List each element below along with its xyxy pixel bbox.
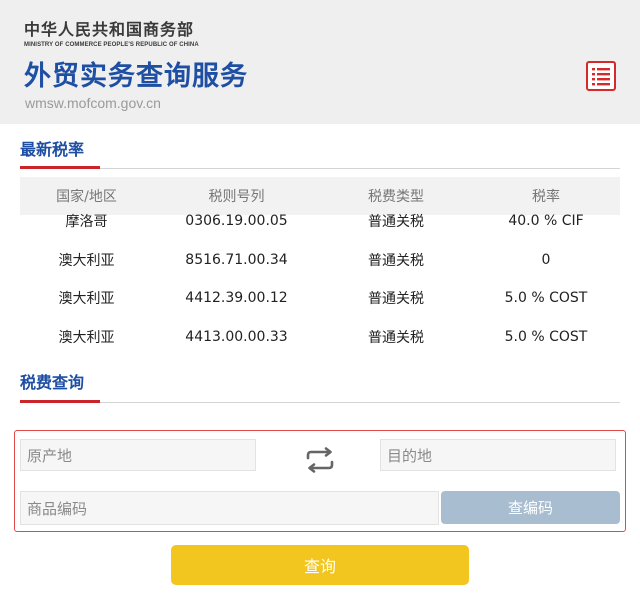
cell-country: 澳大利亚 (58, 252, 115, 269)
latest-rates-table: 国家/地区 税则号列 税费类型 税率 摩洛哥 0306.19.00.05 普通关… (20, 177, 620, 356)
latest-rates-title: 最新税率 (20, 140, 85, 159)
latest-rates-divider (20, 168, 620, 169)
cell-tax-type: 普通关税 (368, 214, 424, 231)
swap-arrows-icon[interactable] (303, 447, 337, 473)
list-menu-icon (592, 68, 610, 86)
cell-rate: 5.0 % COST (504, 290, 588, 307)
cell-tax-type: 普通关税 (368, 252, 424, 269)
latest-rates-underline (20, 166, 100, 169)
cell-tax-type: 普通关税 (368, 330, 424, 347)
cell-country: 摩洛哥 (65, 214, 108, 231)
cell-tariff-code: 4412.39.00.12 (185, 290, 288, 307)
cell-tariff-code: 8516.71.00.34 (185, 251, 288, 268)
table-row[interactable]: 澳大利亚 4413.00.00.33 普通关税 5.0 % COST (20, 318, 620, 357)
site-title: 外贸实务查询服务 (24, 61, 248, 92)
query-button[interactable]: 查询 (171, 545, 469, 585)
ministry-name-cn: 中华人民共和国商务部 (24, 20, 195, 39)
cell-tariff-code: 0306.19.00.05 (185, 213, 288, 230)
menu-button[interactable] (586, 61, 616, 91)
tax-query-title: 税费查询 (20, 373, 85, 392)
cell-country: 澳大利亚 (58, 330, 115, 347)
cell-country: 澳大利亚 (58, 291, 115, 308)
table-row[interactable]: 摩洛哥 0306.19.00.05 普通关税 40.0 % CIF (20, 202, 620, 241)
column-header-rate: 税率 (532, 189, 560, 205)
cell-rate: 0 (541, 251, 551, 268)
cell-rate: 5.0 % COST (504, 329, 588, 346)
column-header-country: 国家/地区 (56, 189, 117, 205)
cell-tax-type: 普通关税 (368, 291, 424, 308)
cell-tariff-code: 4413.00.00.33 (185, 329, 288, 346)
site-url: wmsw.mofcom.gov.cn (25, 95, 161, 111)
origin-input[interactable]: 原产地 (20, 439, 256, 471)
ministry-name-en: MINISTRY OF COMMERCE PEOPLE'S REPUBLIC O… (24, 42, 199, 48)
destination-input[interactable]: 目的地 (380, 439, 616, 471)
lookup-code-button[interactable]: 查编码 (441, 491, 620, 524)
cell-rate: 40.0 % CIF (508, 213, 584, 230)
column-header-tax-type: 税费类型 (368, 189, 424, 205)
tax-query-divider (20, 402, 620, 403)
site-header: 中华人民共和国商务部 MINISTRY OF COMMERCE PEOPLE'S… (0, 0, 640, 124)
table-row[interactable]: 澳大利亚 4412.39.00.12 普通关税 5.0 % COST (20, 279, 620, 318)
product-code-input[interactable]: 商品编码 (20, 491, 439, 525)
column-header-tariff-code: 税则号列 (208, 189, 265, 205)
table-row[interactable]: 澳大利亚 8516.71.00.34 普通关税 0 (20, 241, 620, 280)
tax-query-underline (20, 400, 100, 403)
